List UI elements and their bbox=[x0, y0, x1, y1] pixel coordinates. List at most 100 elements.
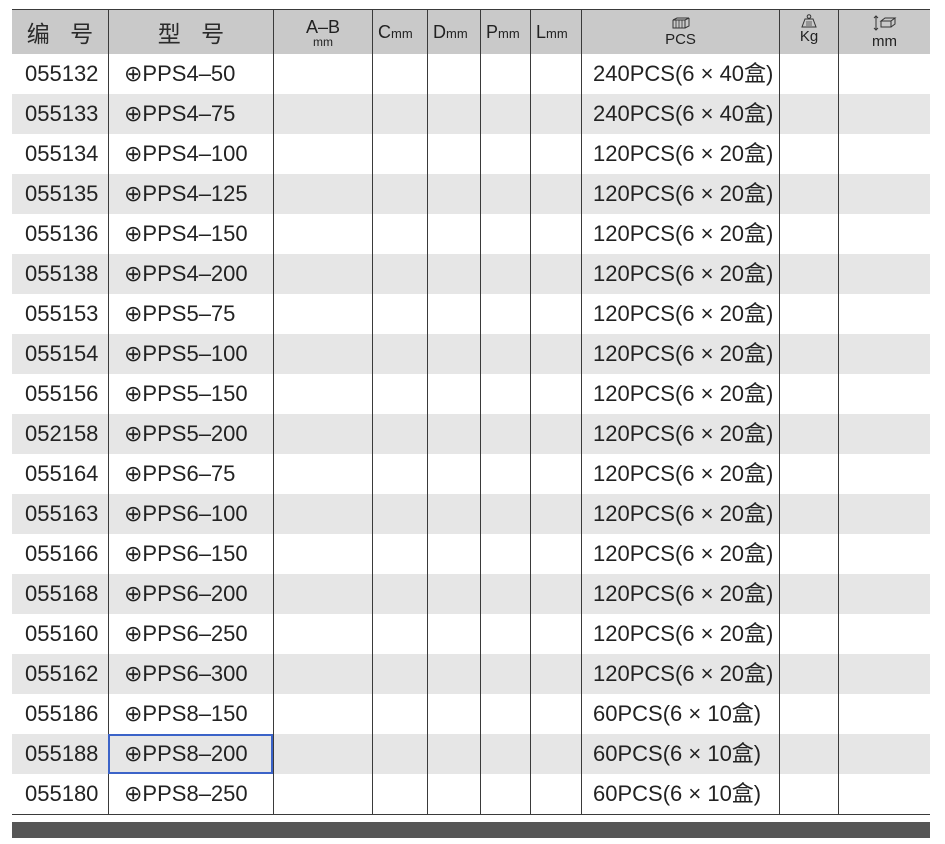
cell-l[interactable] bbox=[530, 374, 581, 414]
cell-weight[interactable] bbox=[779, 294, 838, 334]
cell-ab[interactable] bbox=[273, 614, 372, 654]
cell-weight[interactable] bbox=[779, 174, 838, 214]
cell-p[interactable] bbox=[480, 334, 530, 374]
cell-d[interactable] bbox=[427, 374, 480, 414]
cell-size[interactable] bbox=[838, 134, 930, 174]
cell-d[interactable] bbox=[427, 494, 480, 534]
cell-ab[interactable] bbox=[273, 334, 372, 374]
cell-c[interactable] bbox=[372, 134, 427, 174]
cell-model[interactable]: ⊕PPS8–200 bbox=[108, 734, 273, 774]
cell-pack[interactable]: 120PCS(6 × 20盒) bbox=[581, 254, 779, 294]
cell-p[interactable] bbox=[480, 574, 530, 614]
cell-weight[interactable] bbox=[779, 574, 838, 614]
cell-d[interactable] bbox=[427, 54, 480, 94]
cell-l[interactable] bbox=[530, 174, 581, 214]
cell-code[interactable]: 055134 bbox=[12, 134, 108, 174]
cell-code[interactable]: 055153 bbox=[12, 294, 108, 334]
cell-size[interactable] bbox=[838, 214, 930, 254]
cell-ab[interactable] bbox=[273, 414, 372, 454]
cell-c[interactable] bbox=[372, 494, 427, 534]
cell-size[interactable] bbox=[838, 54, 930, 94]
cell-d[interactable] bbox=[427, 694, 480, 734]
cell-c[interactable] bbox=[372, 454, 427, 494]
cell-p[interactable] bbox=[480, 654, 530, 694]
cell-p[interactable] bbox=[480, 214, 530, 254]
cell-size[interactable] bbox=[838, 414, 930, 454]
cell-d[interactable] bbox=[427, 734, 480, 774]
cell-ab[interactable] bbox=[273, 534, 372, 574]
cell-code[interactable]: 052158 bbox=[12, 414, 108, 454]
cell-p[interactable] bbox=[480, 294, 530, 334]
cell-d[interactable] bbox=[427, 334, 480, 374]
cell-d[interactable] bbox=[427, 214, 480, 254]
cell-size[interactable] bbox=[838, 174, 930, 214]
cell-p[interactable] bbox=[480, 454, 530, 494]
cell-c[interactable] bbox=[372, 254, 427, 294]
cell-d[interactable] bbox=[427, 94, 480, 134]
cell-code[interactable]: 055156 bbox=[12, 374, 108, 414]
cell-p[interactable] bbox=[480, 494, 530, 534]
cell-pack[interactable]: 120PCS(6 × 20盒) bbox=[581, 334, 779, 374]
cell-model[interactable]: ⊕PPS6–75 bbox=[108, 454, 273, 494]
cell-code[interactable]: 055188 bbox=[12, 734, 108, 774]
cell-p[interactable] bbox=[480, 694, 530, 734]
cell-d[interactable] bbox=[427, 534, 480, 574]
cell-d[interactable] bbox=[427, 254, 480, 294]
cell-l[interactable] bbox=[530, 134, 581, 174]
cell-weight[interactable] bbox=[779, 334, 838, 374]
cell-weight[interactable] bbox=[779, 654, 838, 694]
cell-l[interactable] bbox=[530, 254, 581, 294]
cell-l[interactable] bbox=[530, 534, 581, 574]
cell-p[interactable] bbox=[480, 774, 530, 814]
cell-l[interactable] bbox=[530, 734, 581, 774]
cell-d[interactable] bbox=[427, 614, 480, 654]
cell-ab[interactable] bbox=[273, 734, 372, 774]
cell-weight[interactable] bbox=[779, 454, 838, 494]
cell-p[interactable] bbox=[480, 534, 530, 574]
cell-l[interactable] bbox=[530, 694, 581, 734]
cell-c[interactable] bbox=[372, 54, 427, 94]
cell-size[interactable] bbox=[838, 294, 930, 334]
cell-weight[interactable] bbox=[779, 534, 838, 574]
cell-weight[interactable] bbox=[779, 734, 838, 774]
cell-weight[interactable] bbox=[779, 774, 838, 814]
cell-pack[interactable]: 120PCS(6 × 20盒) bbox=[581, 214, 779, 254]
cell-c[interactable] bbox=[372, 614, 427, 654]
cell-code[interactable]: 055168 bbox=[12, 574, 108, 614]
cell-model[interactable]: ⊕PPS6–150 bbox=[108, 534, 273, 574]
cell-pack[interactable]: 120PCS(6 × 20盒) bbox=[581, 414, 779, 454]
cell-model[interactable]: ⊕PPS6–200 bbox=[108, 574, 273, 614]
cell-model[interactable]: ⊕PPS5–200 bbox=[108, 414, 273, 454]
cell-pack[interactable]: 120PCS(6 × 20盒) bbox=[581, 294, 779, 334]
cell-l[interactable] bbox=[530, 334, 581, 374]
cell-weight[interactable] bbox=[779, 94, 838, 134]
cell-ab[interactable] bbox=[273, 94, 372, 134]
cell-size[interactable] bbox=[838, 534, 930, 574]
cell-c[interactable] bbox=[372, 334, 427, 374]
cell-size[interactable] bbox=[838, 254, 930, 294]
cell-ab[interactable] bbox=[273, 214, 372, 254]
cell-l[interactable] bbox=[530, 614, 581, 654]
cell-model[interactable]: ⊕PPS5–100 bbox=[108, 334, 273, 374]
cell-model[interactable]: ⊕PPS4–150 bbox=[108, 214, 273, 254]
cell-model[interactable]: ⊕PPS8–150 bbox=[108, 694, 273, 734]
cell-weight[interactable] bbox=[779, 374, 838, 414]
cell-l[interactable] bbox=[530, 294, 581, 334]
cell-size[interactable] bbox=[838, 454, 930, 494]
cell-c[interactable] bbox=[372, 414, 427, 454]
cell-ab[interactable] bbox=[273, 774, 372, 814]
cell-pack[interactable]: 60PCS(6 × 10盒) bbox=[581, 774, 779, 814]
cell-code[interactable]: 055154 bbox=[12, 334, 108, 374]
cell-size[interactable] bbox=[838, 334, 930, 374]
cell-c[interactable] bbox=[372, 734, 427, 774]
cell-pack[interactable]: 240PCS(6 × 40盒) bbox=[581, 54, 779, 94]
cell-d[interactable] bbox=[427, 454, 480, 494]
cell-code[interactable]: 055132 bbox=[12, 54, 108, 94]
cell-c[interactable] bbox=[372, 374, 427, 414]
cell-d[interactable] bbox=[427, 774, 480, 814]
cell-ab[interactable] bbox=[273, 654, 372, 694]
cell-p[interactable] bbox=[480, 174, 530, 214]
cell-pack[interactable]: 60PCS(6 × 10盒) bbox=[581, 734, 779, 774]
cell-model[interactable]: ⊕PPS4–200 bbox=[108, 254, 273, 294]
cell-size[interactable] bbox=[838, 574, 930, 614]
